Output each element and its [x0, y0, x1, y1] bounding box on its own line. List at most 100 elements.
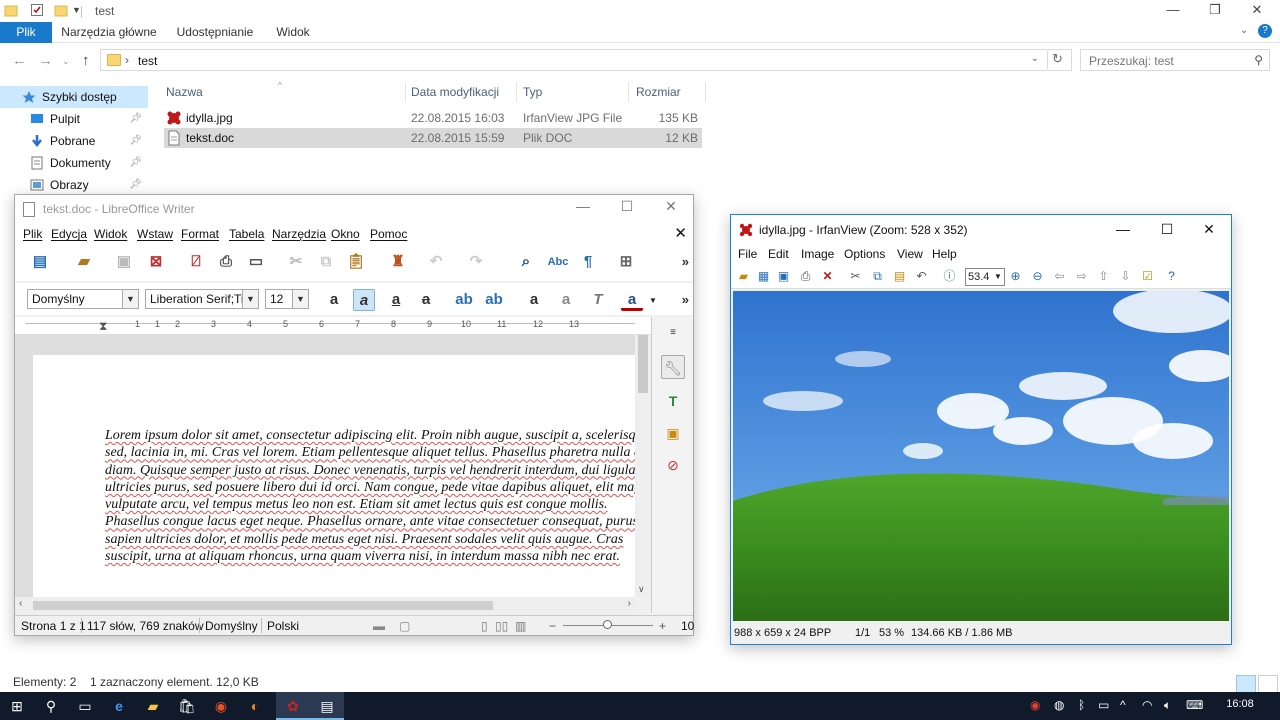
copy-icon[interactable]: ⧉: [869, 268, 886, 285]
scrollbar-thumb[interactable]: [33, 601, 493, 610]
column-header-size[interactable]: Rozmiar: [632, 82, 706, 102]
tab-narzedzia-glowne[interactable]: Narzędzia główne: [60, 22, 158, 43]
subscript-icon[interactable]: ab: [483, 289, 505, 311]
up-arrow-icon[interactable]: ↑: [82, 52, 90, 69]
insert-table-icon[interactable]: ⊞: [615, 251, 637, 273]
chrome-icon[interactable]: ◉: [204, 692, 238, 720]
paste-icon[interactable]: ▤: [891, 268, 908, 285]
volume-icon[interactable]: 🔈︎: [1164, 698, 1171, 713]
address-bar[interactable]: › test ⌄ ↻: [100, 49, 1072, 71]
recent-locations-icon[interactable]: ⌄: [62, 56, 70, 67]
nav-item-obrazy[interactable]: Obrazy 📌︎: [0, 174, 148, 192]
menu-file[interactable]: File: [738, 247, 757, 261]
menu-wstaw[interactable]: Wstaw: [137, 227, 173, 241]
gallery-icon[interactable]: ▣: [661, 421, 685, 445]
print-icon[interactable]: ⎙: [797, 268, 814, 285]
paste-icon[interactable]: 📋︎: [345, 251, 367, 273]
spellcheck-icon[interactable]: Abc: [547, 251, 569, 273]
menu-widok[interactable]: Widok: [94, 227, 127, 241]
italic-icon[interactable]: a: [353, 289, 375, 311]
show-hidden-icons[interactable]: ^: [1120, 698, 1126, 712]
tray-icon[interactable]: ◍: [1054, 698, 1064, 712]
formatting-marks-icon[interactable]: ¶: [577, 251, 599, 273]
tray-app-icon[interactable]: ◉: [1030, 698, 1040, 712]
irfanview-minimize-button[interactable]: —: [1101, 221, 1145, 237]
new-document-icon[interactable]: ▤: [29, 251, 51, 273]
selection-mode-icon[interactable]: ▬: [373, 619, 385, 633]
menu-view[interactable]: View: [897, 247, 923, 261]
multi-page-view-icon[interactable]: ▯▯: [495, 619, 508, 633]
column-header-name[interactable]: Nazwa ^: [162, 81, 406, 102]
maximize-button[interactable]: ❐: [1192, 0, 1238, 22]
print-preview-icon[interactable]: ▭: [245, 251, 267, 273]
firefox-icon[interactable]: ◐: [238, 692, 272, 720]
nav-item-dokumenty[interactable]: Dokumenty 📌︎: [0, 152, 148, 174]
copy-icon[interactable]: ⧉: [315, 251, 337, 273]
export-pdf-icon[interactable]: ⊠: [145, 251, 167, 273]
system-clock[interactable]: 16:08: [1218, 698, 1262, 710]
close-document-icon[interactable]: ✕: [674, 224, 687, 242]
scroll-down-icon[interactable]: ∨: [638, 584, 645, 595]
book-view-icon[interactable]: ▥: [515, 619, 526, 633]
save-icon[interactable]: ▣: [775, 268, 792, 285]
zoom-select[interactable]: 53.4 ▼: [965, 268, 1005, 286]
next-image-icon[interactable]: ⇨: [1073, 268, 1090, 285]
font-size-select[interactable]: 12 ▼: [265, 289, 309, 309]
print-icon[interactable]: ⎙: [215, 251, 237, 273]
network-wifi-icon[interactable]: ◠: [1142, 698, 1152, 712]
writer-close-button[interactable]: ✕: [649, 198, 693, 215]
menu-options[interactable]: Options: [844, 247, 885, 261]
horizontal-scrollbar[interactable]: ‹ ›: [15, 597, 635, 613]
file-row-idylla[interactable]: idylla.jpg 22.08.2015 16:03 IrfanView JP…: [164, 108, 702, 128]
pin-icon[interactable]: 📌︎: [129, 152, 142, 174]
tab-widok[interactable]: Widok: [268, 22, 318, 43]
menu-image[interactable]: Image: [801, 247, 834, 261]
chevron-down-icon[interactable]: ▼: [649, 296, 657, 305]
tab-udostepnianie[interactable]: Udostępnianie: [170, 22, 260, 43]
file-explorer-icon[interactable]: ▰: [136, 692, 170, 720]
scroll-left-icon[interactable]: ‹: [19, 598, 22, 609]
document-canvas[interactable]: Lorem ipsum dolor sit amet, consectetur …: [15, 335, 635, 597]
menu-plik[interactable]: Plik: [23, 227, 42, 241]
new-folder-icon[interactable]: [54, 3, 68, 17]
superscript-icon[interactable]: ab: [453, 289, 475, 311]
zoom-level[interactable]: 10: [681, 619, 694, 633]
document-modified-icon[interactable]: ▢: [399, 619, 410, 633]
image-view[interactable]: [733, 291, 1229, 621]
styles-icon[interactable]: T: [661, 389, 685, 413]
help-icon[interactable]: ?: [1258, 24, 1272, 38]
bluetooth-icon[interactable]: ᛒ: [1078, 698, 1085, 712]
zoom-out-icon[interactable]: ⊖: [1029, 268, 1046, 285]
document-body-text[interactable]: Lorem ipsum dolor sit amet, consectetur …: [105, 427, 635, 565]
paragraph-style-select[interactable]: Domyślny ▼: [27, 289, 139, 309]
page-indicator[interactable]: Strona 1 z 1: [21, 619, 86, 633]
font-name-select[interactable]: Liberation Serif;Tin ▼: [145, 289, 259, 309]
pin-icon[interactable]: 📌︎: [129, 130, 142, 152]
font-color-icon[interactable]: a: [621, 289, 643, 311]
bold-icon[interactable]: a: [323, 289, 345, 311]
zoom-out-icon[interactable]: −: [549, 619, 556, 633]
delete-icon[interactable]: ✕: [819, 268, 836, 285]
open-folder-icon[interactable]: ▰: [735, 268, 752, 285]
irfanview-taskbar-icon[interactable]: ✿: [276, 692, 310, 720]
edge-browser-icon[interactable]: e: [102, 692, 136, 720]
back-arrow-icon[interactable]: ←: [12, 52, 27, 69]
menu-tabela[interactable]: Tabela: [229, 227, 264, 241]
menu-format[interactable]: Format: [181, 227, 219, 241]
single-page-view-icon[interactable]: ▯: [481, 619, 488, 633]
refresh-icon[interactable]: ↻: [1047, 51, 1067, 69]
nav-item-pobrane[interactable]: Pobrane 📌︎: [0, 130, 148, 152]
document-page[interactable]: Lorem ipsum dolor sit amet, consectetur …: [33, 355, 635, 597]
writer-maximize-button[interactable]: ☐: [605, 198, 649, 215]
previous-image-icon[interactable]: ⇦: [1051, 268, 1068, 285]
help-icon[interactable]: ?: [1163, 268, 1180, 285]
expand-ribbon-icon[interactable]: ⌄: [1240, 25, 1248, 36]
sidebar-menu-icon[interactable]: ≡: [661, 321, 685, 345]
toolbar-overflow-icon[interactable]: »: [682, 254, 689, 269]
language[interactable]: Polski: [267, 619, 299, 633]
cut-icon[interactable]: ✂: [285, 251, 307, 273]
zoom-in-icon[interactable]: ⊕: [1007, 268, 1024, 285]
forward-arrow-icon[interactable]: →: [38, 52, 53, 69]
pin-icon[interactable]: 📌︎: [129, 108, 142, 130]
save-icon[interactable]: ▣: [113, 251, 135, 273]
